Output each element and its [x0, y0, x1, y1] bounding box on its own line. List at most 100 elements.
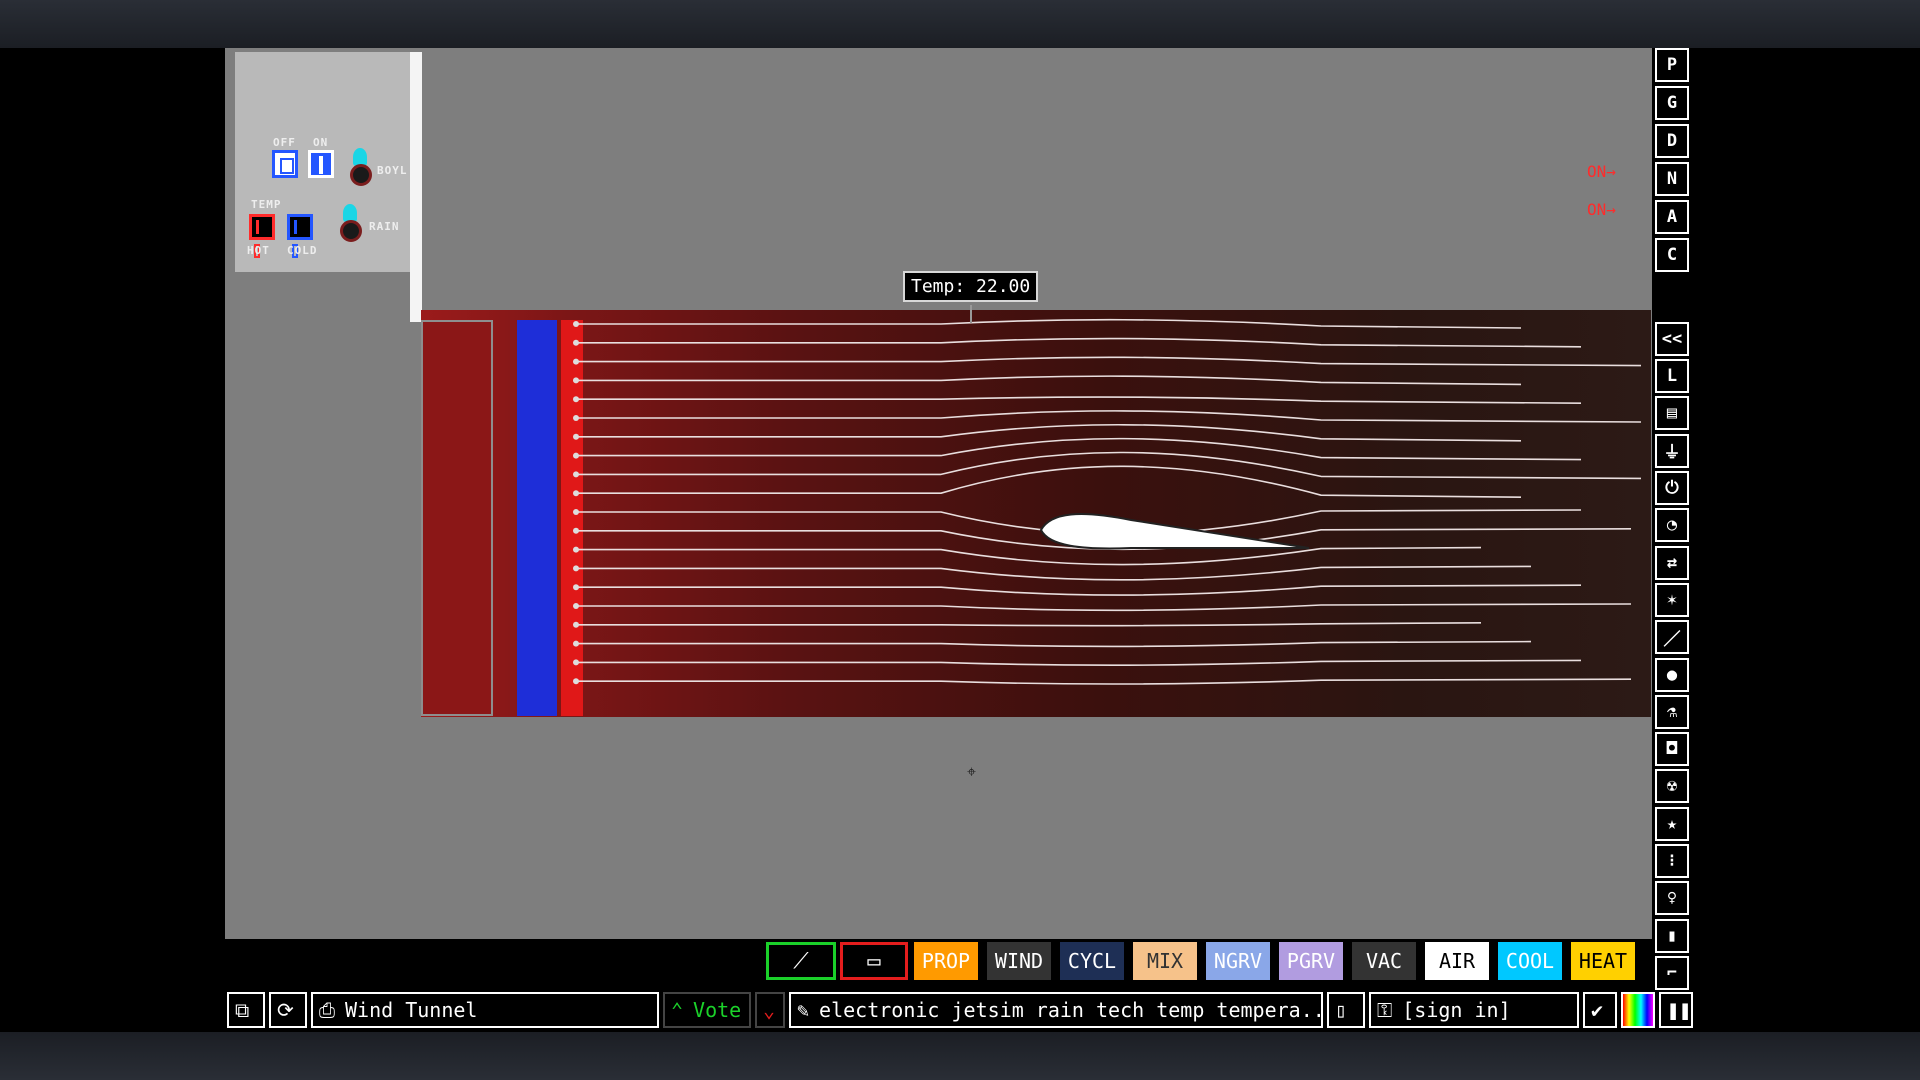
sidebar-letter-g[interactable]: G	[1655, 86, 1689, 120]
vote-down-button[interactable]: ⌄	[755, 992, 785, 1028]
save-icon: ⎙	[319, 998, 335, 1022]
status-bar: ⧉ ⟳ ⎙ Wind Tunnel ⌃ Vote ⌄ ✎ electronic …	[225, 992, 1695, 1032]
sidebar-flask-icon[interactable]: ⚗	[1655, 694, 1689, 729]
tags-button[interactable]: ✎ electronic jetsim rain tech temp tempe…	[789, 992, 1323, 1028]
tag-icon: ✎	[797, 998, 810, 1022]
on-indicator: ON→	[1587, 200, 1616, 219]
comment-button[interactable]: ▭	[840, 942, 908, 980]
key-icon: ⚿	[1377, 998, 1393, 1022]
streamline	[576, 423, 1522, 442]
stream-emitter	[573, 415, 579, 421]
reload-button[interactable]: ⟳	[269, 992, 307, 1028]
settings-button[interactable]: ✔	[1583, 992, 1617, 1028]
open-icon: ⧉	[235, 998, 250, 1022]
category-cycl-button[interactable]: CYCL	[1060, 942, 1124, 980]
cold-switch[interactable]	[287, 214, 313, 258]
sidebar-dots-icon[interactable]: ⁝	[1655, 844, 1689, 878]
temp-label: TEMP	[251, 198, 282, 211]
stream-emitter	[573, 433, 579, 440]
streamline	[576, 659, 1582, 667]
sidebar-collapse-icon[interactable]: <<	[1655, 321, 1689, 356]
sidebar-plug-icon[interactable]: ⏚	[1655, 433, 1689, 468]
streamline	[576, 375, 1522, 386]
sidebar-star-icon[interactable]: ★	[1655, 806, 1689, 841]
streamline	[576, 603, 1632, 612]
save-name: Wind Tunnel	[345, 998, 478, 1022]
stream-emitter	[573, 659, 579, 666]
stream-emitter	[573, 527, 579, 534]
sidebar-square-icon[interactable]: ◘	[1655, 732, 1689, 767]
thumb-down-icon: ⌄	[763, 998, 776, 1022]
category-prop-button[interactable]: PROP	[914, 942, 978, 980]
category-vac-button[interactable]: VAC	[1352, 942, 1416, 980]
category-mix-button[interactable]: MIX	[1133, 942, 1197, 980]
wind-tunnel	[421, 310, 1651, 717]
on-label: ON	[313, 136, 329, 149]
simulation-canvas[interactable]: OFF ON BOYL TEMP HOT COLD RAIN Temp: 22.…	[225, 48, 1652, 939]
sidebar-hammer-icon[interactable]: ⌐	[1655, 955, 1689, 990]
render-mode-button[interactable]	[1621, 992, 1655, 1028]
stream-emitter	[573, 603, 579, 609]
open-browser-button[interactable]: ⧉	[227, 992, 265, 1028]
streamline	[576, 465, 1522, 498]
sidebar-radiation-icon[interactable]: ☢	[1655, 769, 1689, 804]
boyl-label: BOYL	[377, 164, 408, 177]
on-switch[interactable]	[308, 150, 334, 178]
stream-emitter	[573, 640, 579, 647]
sidebar-arrows-icon[interactable]: ⇄	[1655, 545, 1689, 580]
stream-emitter	[573, 471, 579, 478]
rain-knob[interactable]	[340, 220, 362, 242]
category-pgrv-button[interactable]: PGRV	[1279, 942, 1343, 980]
category-cool-button[interactable]: COOL	[1498, 942, 1562, 980]
stream-emitter	[573, 321, 579, 327]
stream-emitter	[573, 546, 579, 553]
sidebar-bookmark-icon[interactable]: ▮	[1655, 918, 1689, 953]
category-ngrv-button[interactable]: NGRV	[1206, 942, 1270, 980]
sidebar-drop-icon[interactable]: ●	[1655, 657, 1689, 692]
eyedropper-button[interactable]: ⟋	[766, 942, 836, 980]
save-name-button[interactable]: ⎙ Wind Tunnel	[311, 992, 659, 1028]
new-file-icon: ▯	[1335, 998, 1348, 1022]
streamline	[576, 356, 1642, 367]
on-indicator: ON→	[1587, 162, 1616, 181]
boyl-knob[interactable]	[350, 164, 372, 186]
sidebar-letter-n[interactable]: N	[1655, 162, 1689, 196]
streamline	[576, 337, 1582, 348]
off-switch[interactable]	[272, 150, 298, 178]
sidebar-letter-a[interactable]: A	[1655, 200, 1689, 234]
sidebar-lightbulb-icon[interactable]: ♀	[1655, 881, 1689, 916]
streamline	[576, 678, 1632, 685]
sidebar-letter-d[interactable]: D	[1655, 124, 1689, 158]
stream-emitter	[573, 452, 579, 459]
category-wind-button[interactable]: WIND	[987, 942, 1051, 980]
rainbow-icon	[1623, 994, 1653, 1026]
signin-button[interactable]: ⚿ [sign in]	[1369, 992, 1579, 1028]
sidebar-powder-icon[interactable]: ✶	[1655, 582, 1689, 617]
panel-rail	[410, 52, 422, 322]
pause-button[interactable]: ❚❚	[1659, 992, 1693, 1028]
stream-emitter	[573, 678, 579, 685]
category-air-button[interactable]: AIR	[1425, 942, 1489, 980]
sidebar-letter-p[interactable]: P	[1655, 48, 1689, 82]
vote-label: Vote	[693, 998, 742, 1022]
hot-switch[interactable]	[249, 214, 275, 258]
vote-up-button[interactable]: ⌃ Vote	[663, 992, 751, 1028]
stream-emitter	[573, 565, 579, 572]
hot-label: HOT	[247, 244, 270, 257]
sidebar-stick-icon[interactable]: ／	[1655, 620, 1689, 655]
sidebar-letter-c[interactable]: C	[1655, 238, 1689, 272]
sidebar-life-icon[interactable]: L	[1655, 359, 1689, 394]
sidebar-power-icon[interactable]: ⏻	[1655, 471, 1689, 505]
sidebar-keyboard-icon[interactable]: ▤	[1655, 396, 1689, 431]
sidebar-gauge-icon[interactable]: ◔	[1655, 508, 1689, 543]
category-heat-button[interactable]: HEAT	[1571, 942, 1635, 980]
new-button[interactable]: ▯	[1327, 992, 1365, 1028]
stream-emitter	[573, 358, 579, 365]
stream-emitter	[573, 396, 579, 403]
cold-label: COLD	[287, 244, 318, 257]
control-panel: OFF ON BOYL TEMP HOT COLD RAIN	[235, 52, 422, 322]
streamline	[576, 437, 1582, 461]
stream-emitter	[573, 584, 579, 591]
stream-emitter	[573, 339, 579, 346]
signin-text: [sign in]	[1402, 998, 1511, 1022]
